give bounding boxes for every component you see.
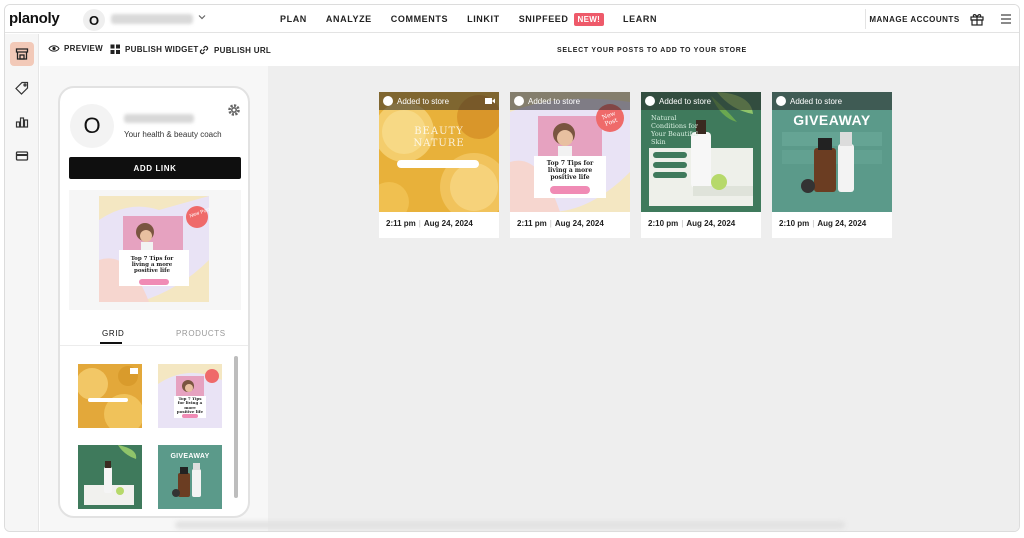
nav-learn[interactable]: LEARN bbox=[623, 14, 657, 24]
left-sidebar bbox=[5, 34, 39, 531]
check-icon bbox=[645, 96, 655, 106]
manage-accounts-button[interactable]: MANAGE ACCOUNTS bbox=[865, 9, 963, 29]
check-icon bbox=[383, 96, 393, 106]
grid-post-tips[interactable]: Top 7 Tips for living a more positive li… bbox=[158, 364, 222, 428]
added-to-store-banner: Added to store bbox=[641, 92, 761, 110]
post-timestamp: 2:10 pm | Aug 24, 2024 bbox=[779, 219, 867, 228]
widget-icon bbox=[110, 44, 120, 54]
post-card[interactable]: BEAUTY NATURE Added to store 2:11 pm | Aug… bbox=[379, 92, 499, 238]
nav-plan[interactable]: PLAN bbox=[280, 14, 307, 24]
profile-bio: Your health & beauty coach bbox=[124, 130, 222, 139]
add-link-button[interactable]: ADD LINK bbox=[69, 157, 241, 179]
post-card[interactable]: Natural Conditions for Your Beautiful Sk… bbox=[641, 92, 761, 238]
chevron-down-icon[interactable] bbox=[197, 12, 207, 25]
nav-linkit[interactable]: LINKIT bbox=[467, 14, 500, 24]
added-to-store-label: Added to store bbox=[528, 96, 581, 106]
nav-analyze[interactable]: ANALYZE bbox=[326, 14, 372, 24]
tab-grid-underline bbox=[100, 342, 122, 344]
post-date: Aug 24, 2024 bbox=[554, 219, 604, 228]
preview-button[interactable]: PREVIEW bbox=[48, 44, 103, 53]
nav-snipfeed-label: SNIPFEED bbox=[518, 14, 569, 24]
link-icon bbox=[199, 45, 209, 55]
post-image-serum: Natural Conditions for Your Beautiful Sk… bbox=[641, 92, 761, 212]
post-time: 2:10 pm bbox=[648, 219, 679, 228]
profile-avatar[interactable]: O bbox=[70, 104, 114, 148]
eye-icon bbox=[48, 45, 60, 52]
tab-products[interactable]: PRODUCTS bbox=[176, 329, 226, 338]
tab-grid[interactable]: GRID bbox=[102, 329, 124, 338]
post-timestamp: 2:11 pm | Aug 24, 2024 bbox=[386, 219, 473, 228]
post-image-tips: New Post Top 7 Tips for living a more po… bbox=[510, 92, 630, 212]
post-timestamp: 2:11 pm | Aug 24, 2024 bbox=[517, 219, 604, 228]
publish-url-label: PUBLISH URL bbox=[214, 45, 272, 55]
phone-tabs: GRID PRODUCTS bbox=[60, 322, 248, 346]
gear-icon[interactable] bbox=[226, 102, 242, 123]
post-art-text: BEAUTY NATURE bbox=[413, 126, 465, 149]
added-to-store-banner: Added to store bbox=[510, 92, 630, 110]
check-icon bbox=[514, 96, 524, 106]
post-art-text: Natural Conditions for Your Beautiful Sk… bbox=[651, 114, 699, 146]
app-window: planoly O PLAN ANALYZE COMMENTS LINKIT S… bbox=[4, 4, 1020, 532]
phone-preview-panel: O Your health & beauty coach ADD LINK Ne… bbox=[40, 66, 268, 531]
account-name-blurred[interactable] bbox=[111, 14, 193, 24]
menu-icon[interactable] bbox=[999, 12, 1013, 26]
top-navigation: planoly O PLAN ANALYZE COMMENTS LINKIT S… bbox=[5, 5, 1019, 33]
check-icon bbox=[776, 96, 786, 106]
analytics-icon[interactable] bbox=[10, 110, 34, 134]
post-art-text: GIVEAWAY bbox=[793, 112, 871, 128]
post-card[interactable]: New Post Top 7 Tips for living a more po… bbox=[510, 92, 630, 238]
featured-post-text: Top 7 Tips for living a more positive li… bbox=[130, 256, 174, 274]
post-image-lemon: BEAUTY NATURE bbox=[379, 92, 499, 212]
post-card[interactable]: GIVEAWAY Added to store 2:10 pm | Aug 24, … bbox=[772, 92, 892, 238]
post-time: 2:11 pm bbox=[386, 219, 416, 228]
post-date: Aug 24, 2024 bbox=[423, 219, 473, 228]
publish-url-button[interactable]: PUBLISH URL bbox=[198, 44, 271, 56]
grid-post-giveaway-text: GIVEAWAY bbox=[170, 453, 210, 460]
sub-toolbar: PREVIEW PUBLISH WIDGET PUBLISH URL SELEC… bbox=[40, 34, 1019, 66]
nav-snipfeed[interactable]: SNIPFEED NEW! bbox=[518, 12, 605, 26]
grid-post-serum[interactable] bbox=[78, 445, 142, 509]
phone-frame: O Your health & beauty coach ADD LINK Ne… bbox=[58, 86, 250, 518]
publish-widget-label: PUBLISH WIDGET bbox=[125, 45, 199, 54]
grid-scrollbar[interactable] bbox=[234, 356, 238, 498]
post-date: Aug 24, 2024 bbox=[817, 219, 867, 228]
post-art-text: Top 7 Tips for living a more positive li… bbox=[546, 160, 594, 181]
nav-comments[interactable]: COMMENTS bbox=[391, 14, 448, 24]
grid-post-giveaway[interactable]: GIVEAWAY bbox=[158, 445, 222, 509]
added-to-store-label: Added to store bbox=[659, 96, 712, 106]
account-avatar[interactable]: O bbox=[83, 9, 105, 31]
featured-post[interactable] bbox=[69, 190, 241, 310]
posts-area: BEAUTY NATURE Added to store 2:11 pm | Aug… bbox=[268, 66, 1019, 531]
added-to-store-label: Added to store bbox=[790, 96, 843, 106]
post-image-giveaway: GIVEAWAY bbox=[772, 92, 892, 212]
video-icon bbox=[485, 97, 495, 107]
tag-icon[interactable] bbox=[10, 76, 34, 100]
added-to-store-label: Added to store bbox=[397, 96, 450, 106]
post-timestamp: 2:10 pm | Aug 24, 2024 bbox=[648, 219, 736, 228]
post-date: Aug 24, 2024 bbox=[686, 219, 736, 228]
profile-name-blurred bbox=[124, 114, 194, 123]
grid-post-tips-text: Top 7 Tips for living a more positive li… bbox=[176, 396, 204, 415]
added-to-store-banner: Added to store bbox=[772, 92, 892, 110]
added-to-store-banner: Added to store bbox=[379, 92, 499, 110]
card-icon[interactable] bbox=[10, 144, 34, 168]
page-title: SELECT YOUR POSTS TO ADD TO YOUR STORE bbox=[557, 47, 747, 54]
store-icon[interactable] bbox=[10, 42, 34, 66]
grid-post-lemon[interactable] bbox=[78, 364, 142, 428]
gift-icon[interactable] bbox=[969, 11, 985, 27]
planoly-logo[interactable]: planoly bbox=[9, 10, 60, 27]
horizontal-scrollbar[interactable] bbox=[175, 521, 845, 529]
main-nav-links: PLAN ANALYZE COMMENTS LINKIT SNIPFEED NE… bbox=[280, 5, 676, 33]
publish-widget-button[interactable]: PUBLISH WIDGET bbox=[110, 44, 199, 55]
preview-label: PREVIEW bbox=[64, 44, 103, 53]
post-time: 2:10 pm bbox=[779, 219, 810, 228]
new-badge: NEW! bbox=[573, 12, 605, 26]
post-time: 2:11 pm bbox=[517, 219, 547, 228]
